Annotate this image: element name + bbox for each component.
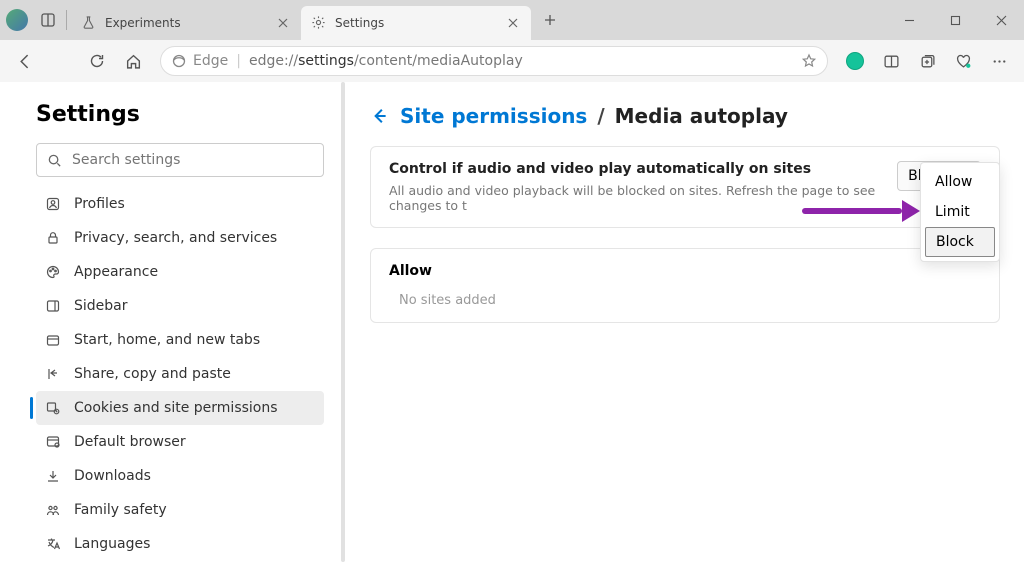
nav-sidebar[interactable]: Sidebar bbox=[36, 289, 324, 323]
close-window-button[interactable] bbox=[978, 0, 1024, 40]
nav-label: Share, copy and paste bbox=[74, 366, 231, 382]
nav-label: Profiles bbox=[74, 196, 125, 212]
nav-label: Downloads bbox=[74, 468, 151, 484]
more-menu-icon[interactable] bbox=[982, 44, 1016, 78]
nav-label: Start, home, and new tabs bbox=[74, 332, 260, 348]
nav-label: Family safety bbox=[74, 502, 167, 518]
nav-privacy[interactable]: Privacy, search, and services bbox=[36, 221, 324, 255]
refresh-button[interactable] bbox=[80, 44, 114, 78]
titlebar: Experiments Settings bbox=[0, 0, 1024, 40]
edge-icon bbox=[171, 53, 187, 69]
close-icon[interactable] bbox=[275, 15, 291, 31]
nav-downloads[interactable]: Downloads bbox=[36, 459, 324, 493]
nav-label: Privacy, search, and services bbox=[74, 230, 277, 246]
tab-settings[interactable]: Settings bbox=[301, 6, 531, 40]
nav-cookies-permissions[interactable]: Cookies and site permissions bbox=[36, 391, 324, 425]
flask-icon bbox=[81, 15, 97, 31]
window-controls bbox=[886, 0, 1024, 40]
settings-title: Settings bbox=[36, 102, 324, 127]
tab-label: Experiments bbox=[105, 16, 267, 30]
language-icon bbox=[44, 535, 62, 553]
breadcrumb-current: Media autoplay bbox=[615, 104, 788, 128]
nav-languages[interactable]: Languages bbox=[36, 527, 324, 561]
nav-label: Sidebar bbox=[74, 298, 128, 314]
grammarly-extension-icon[interactable] bbox=[838, 44, 872, 78]
cookies-icon bbox=[44, 399, 62, 417]
back-button[interactable] bbox=[8, 44, 42, 78]
settings-sidebar: Settings Profiles Privacy, search, and s… bbox=[0, 82, 340, 562]
nav-family-safety[interactable]: Family safety bbox=[36, 493, 324, 527]
home-button[interactable] bbox=[116, 44, 150, 78]
search-settings-input[interactable] bbox=[72, 152, 313, 168]
toolbar: Edge | edge://settings/content/mediaAuto… bbox=[0, 40, 1024, 82]
breadcrumb-sep: / bbox=[597, 104, 604, 128]
nav-share-copy[interactable]: Share, copy and paste bbox=[36, 357, 324, 391]
separator bbox=[66, 10, 67, 30]
address-bar[interactable]: Edge | edge://settings/content/mediaAuto… bbox=[160, 46, 828, 76]
nav-start-home[interactable]: Start, home, and new tabs bbox=[36, 323, 324, 357]
nav-default-browser[interactable]: Default browser bbox=[36, 425, 324, 459]
nav-label: Appearance bbox=[74, 264, 158, 280]
tab-experiments[interactable]: Experiments bbox=[71, 6, 301, 40]
wellness-icon[interactable] bbox=[946, 44, 980, 78]
breadcrumb-link[interactable]: Site permissions bbox=[400, 104, 587, 128]
annotation-arrow bbox=[802, 200, 920, 222]
breadcrumb-back-button[interactable] bbox=[370, 106, 390, 126]
close-icon[interactable] bbox=[505, 15, 521, 31]
nav-label: Languages bbox=[74, 536, 150, 552]
dropdown-option-allow[interactable]: Allow bbox=[925, 167, 995, 197]
allow-card: Allow No sites added bbox=[370, 248, 1000, 323]
separator: | bbox=[236, 53, 241, 69]
dropdown-option-limit[interactable]: Limit bbox=[925, 197, 995, 227]
nav-label: Default browser bbox=[74, 434, 186, 450]
tab-label: Settings bbox=[335, 16, 497, 30]
new-tab-button[interactable] bbox=[535, 5, 565, 35]
nav-appearance[interactable]: Appearance bbox=[36, 255, 324, 289]
profile-icon bbox=[44, 195, 62, 213]
address-url: edge://settings/content/mediaAutoplay bbox=[249, 53, 523, 69]
minimize-button[interactable] bbox=[886, 0, 932, 40]
share-icon bbox=[44, 365, 62, 383]
maximize-button[interactable] bbox=[932, 0, 978, 40]
main-panel: Site permissions / Media autoplay Contro… bbox=[346, 82, 1024, 562]
tabs-icon bbox=[44, 331, 62, 349]
search-settings-box[interactable] bbox=[36, 143, 324, 177]
control-card-title: Control if audio and video play automati… bbox=[389, 161, 897, 177]
breadcrumb: Site permissions / Media autoplay bbox=[370, 104, 1000, 128]
download-icon bbox=[44, 467, 62, 485]
sidebar-icon bbox=[44, 297, 62, 315]
workspaces-icon[interactable] bbox=[34, 6, 62, 34]
address-prefix: Edge bbox=[193, 53, 228, 69]
appearance-icon bbox=[44, 263, 62, 281]
gear-icon bbox=[311, 15, 327, 31]
split-screen-icon[interactable] bbox=[874, 44, 908, 78]
autoplay-dropdown: Allow Limit Block bbox=[920, 162, 1000, 262]
favorite-icon[interactable] bbox=[801, 53, 817, 69]
dropdown-option-block[interactable]: Block bbox=[925, 227, 995, 257]
allow-section-title: Allow bbox=[389, 263, 981, 279]
collections-icon[interactable] bbox=[910, 44, 944, 78]
browser-icon bbox=[44, 433, 62, 451]
search-icon bbox=[47, 153, 62, 168]
nav-profiles[interactable]: Profiles bbox=[36, 187, 324, 221]
nav-label: Cookies and site permissions bbox=[74, 400, 278, 416]
content-area: Settings Profiles Privacy, search, and s… bbox=[0, 82, 1024, 562]
profile-avatar[interactable] bbox=[6, 9, 28, 31]
allow-empty-text: No sites added bbox=[389, 293, 981, 308]
settings-nav: Profiles Privacy, search, and services A… bbox=[36, 187, 324, 561]
family-icon bbox=[44, 501, 62, 519]
lock-icon bbox=[44, 229, 62, 247]
